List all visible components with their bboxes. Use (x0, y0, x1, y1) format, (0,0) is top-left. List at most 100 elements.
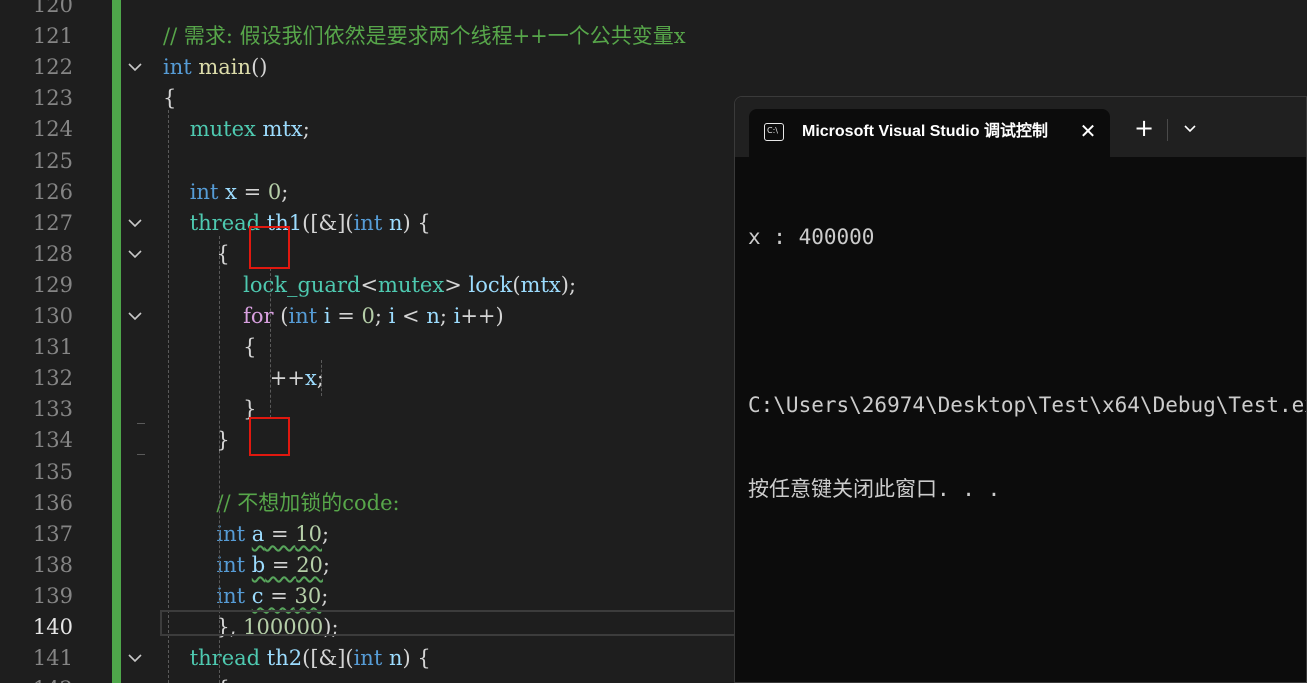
new-tab-icon[interactable]: + (1133, 116, 1155, 140)
code-text: int b = 20; (163, 550, 330, 581)
code-token: ; (321, 583, 329, 608)
code-token: ; (281, 179, 289, 204)
code-token: ([&]( (302, 646, 354, 671)
line-number: 141 (32, 646, 73, 671)
code-text: { (163, 332, 256, 363)
code-text: thread th1([&](int n) { (163, 208, 431, 239)
fold-chevron-icon[interactable] (125, 215, 145, 233)
line-number: 129 (32, 272, 73, 297)
code-token: th2 (266, 646, 303, 671)
code-token: x (305, 366, 317, 391)
code-token: = (236, 179, 268, 204)
code-token: = (330, 304, 362, 328)
code-token: 20 (296, 552, 323, 577)
line-number: 140 (32, 615, 73, 639)
code-token: { (163, 86, 177, 111)
terminal-line: x : 400000 (748, 225, 875, 249)
code-token: i (323, 304, 331, 328)
scope-end-marker (137, 423, 145, 424)
fold-chevron-icon[interactable] (125, 308, 145, 326)
code-token: > (444, 272, 469, 297)
code-token: () (251, 55, 268, 80)
code-token: ([&]( (302, 210, 354, 235)
fold-chevron-icon[interactable] (125, 246, 145, 264)
line-number: 135 (32, 459, 73, 484)
code-text: // 不想加锁的code: (163, 488, 400, 519)
line-number: 124 (32, 117, 73, 142)
code-token: } (163, 397, 257, 422)
close-icon[interactable]: ✕ (1077, 120, 1099, 142)
code-token: ); (560, 272, 577, 297)
code-text: lock_guard<mutex> lock(mtx); (163, 270, 576, 301)
code-token: n (426, 304, 440, 328)
code-text: int a = 10; (163, 519, 329, 550)
code-token: // 不想加锁的code: (163, 490, 400, 515)
line-number: 136 (32, 490, 73, 515)
fold-chevron-icon[interactable] (125, 59, 145, 77)
code-text: int x = 0; (163, 177, 289, 208)
code-line[interactable]: 121 // 需求: 假设我们依然是要求两个线程++一个公共变量x (0, 21, 1307, 52)
console-icon: C:\ (764, 123, 784, 141)
code-text: int c = 30; (163, 581, 328, 612)
debug-console-window[interactable]: C:\ Microsoft Visual Studio 调试控制台 ✕ + x … (734, 96, 1307, 683)
code-token: ; (374, 304, 389, 328)
terminal-output: x : 400000 C:\Users\26974\Desktop\Test\x… (748, 167, 1307, 559)
line-number: 132 (32, 366, 73, 391)
tab-separator (1167, 119, 1168, 141)
code-token: int (353, 210, 383, 235)
code-token: for (243, 304, 274, 328)
code-token: ( (512, 272, 521, 297)
code-token: lock (468, 272, 513, 297)
code-text: int main() (163, 52, 267, 83)
code-token: 0 (267, 179, 282, 204)
code-token: // 需求: 假设我们依然是要求两个线程++一个公共变量x (163, 24, 686, 49)
code-token: a (251, 521, 265, 546)
code-token: thread (189, 646, 261, 671)
code-text: // 需求: 假设我们依然是要求两个线程++一个公共变量x (163, 21, 686, 52)
code-token: ; (302, 117, 310, 142)
line-number: 133 (32, 397, 73, 422)
line-number: 131 (32, 335, 73, 360)
code-token: int (216, 583, 246, 608)
code-token: ; (439, 304, 454, 328)
code-token: ) { (402, 646, 431, 671)
code-token: int (288, 304, 318, 328)
line-number: 127 (32, 210, 73, 235)
code-token: int (216, 552, 246, 577)
line-number: 120 (32, 0, 73, 17)
chevron-down-icon[interactable] (1180, 119, 1200, 139)
fold-chevron-icon[interactable] (125, 650, 145, 668)
code-token: = (263, 583, 295, 608)
code-token: b (251, 552, 266, 577)
terminal-line: 按任意键关闭此窗口. . . (748, 477, 1001, 501)
line-number: 134 (32, 428, 73, 453)
code-text: } (163, 394, 256, 425)
annotation-box-close-brace (249, 417, 290, 456)
terminal-tab[interactable]: C:\ Microsoft Visual Studio 调试控制台 ✕ (749, 109, 1110, 157)
code-text: for (int i = 0; i < n; i++) (163, 301, 504, 332)
code-token: = (265, 552, 297, 577)
terminal-tab-strip: C:\ Microsoft Visual Studio 调试控制台 ✕ + (735, 97, 1306, 157)
terminal-line: C:\Users\26974\Desktop\Test\x64\Debug\Te… (748, 393, 1307, 417)
code-token: < (395, 304, 427, 328)
code-line[interactable]: 120 (0, 0, 1307, 21)
code-token: ) { (402, 210, 431, 235)
line-number: 128 (32, 241, 73, 266)
code-line[interactable]: 122 int main() (0, 52, 1307, 83)
code-token: n (388, 646, 403, 671)
code-token: mutex (189, 117, 256, 142)
line-number: 126 (32, 179, 73, 204)
code-token: < (360, 272, 379, 297)
code-token: ; (322, 552, 330, 577)
code-token: int (163, 55, 192, 80)
scope-end-marker (137, 454, 145, 455)
